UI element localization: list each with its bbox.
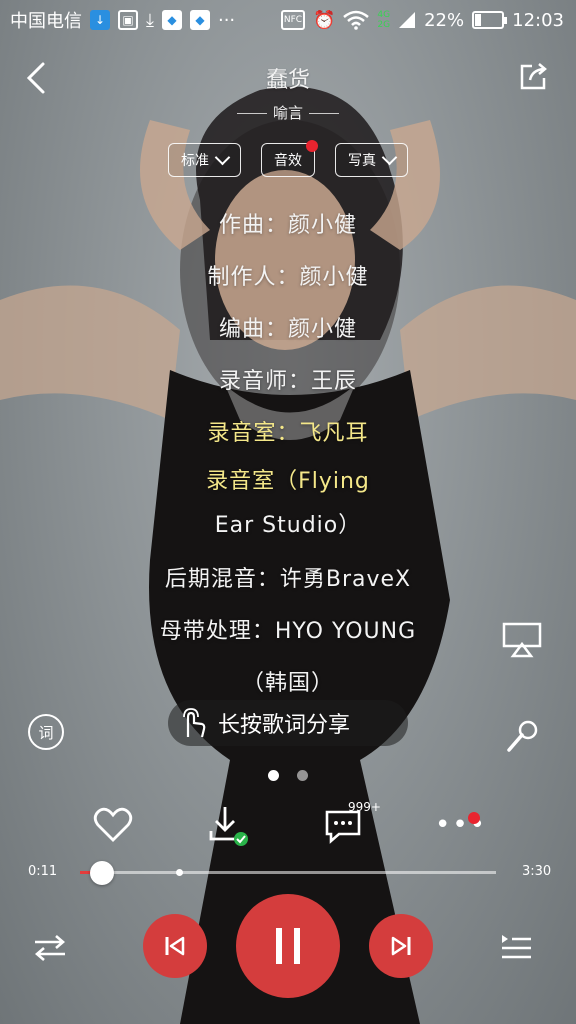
downloaded-icon — [209, 807, 248, 846]
share-hint-text: 长按歌词分享 — [218, 713, 351, 738]
artist-name[interactable]: 喻言 — [0, 102, 576, 123]
chevron-down-icon — [214, 149, 231, 166]
previous-button[interactable] — [143, 914, 207, 978]
wifi-icon — [343, 10, 370, 30]
download-arrow-icon: ⤓ — [146, 9, 154, 31]
share-icon — [520, 63, 547, 90]
lyric-line: 录音师：王辰 — [218, 369, 357, 394]
share-button[interactable] — [514, 56, 554, 96]
playlist-icon — [502, 935, 531, 959]
battery-percent: 22% — [424, 9, 465, 31]
skip-previous-icon — [165, 936, 185, 956]
cast-icon[interactable] — [502, 622, 542, 658]
action-row: 999+ ••• — [0, 800, 576, 850]
chevron-down-icon — [381, 149, 398, 166]
lyric-line: 制作人：颜小健 — [207, 265, 369, 290]
player-screen: 中国电信 ↓ ▣ ⤓ ◆ ◆ ··· NFC ⏰ 4G 2G 22% 12:03… — [0, 0, 576, 1024]
carrier-label: 中国电信 — [10, 11, 82, 32]
lyric-line: 后期混音：许勇BraveX — [164, 567, 412, 592]
alarm-icon: ⏰ — [312, 9, 336, 31]
shuffle-button[interactable] — [30, 930, 70, 966]
lyrics-panel[interactable]: 作曲：颜小健 制作人：颜小健 编曲：颜小健 录音师：王辰 录音室：飞凡耳 录音室… — [0, 200, 576, 710]
notification-dot — [468, 812, 480, 824]
lyric-share-hint: 长按歌词分享 — [168, 700, 408, 746]
skip-next-icon — [391, 936, 411, 956]
lyric-line: 母带处理：HYO YOUNG — [159, 619, 417, 644]
comment-button[interactable]: 999+ — [318, 800, 381, 850]
lyric-icon: 词 — [38, 723, 54, 742]
pause-icon — [276, 928, 300, 964]
like-button[interactable] — [88, 800, 138, 850]
battery-icon — [472, 11, 508, 29]
sound-effect-chip-label: 音效 — [274, 153, 302, 169]
lyric-line-current: 录音室（Flying — [206, 469, 370, 494]
progress-bar: 0:11 3:30 — [0, 861, 576, 885]
hand-tap-icon — [183, 708, 206, 738]
photo-chip[interactable]: 写真 — [335, 143, 408, 177]
lyric-toggle-button[interactable]: 词 — [28, 714, 64, 750]
buffer-marker — [175, 869, 183, 876]
seek-thumb[interactable] — [89, 861, 114, 885]
page-indicator — [0, 770, 576, 781]
lyric-line: 作曲：颜小健 — [218, 213, 357, 238]
sound-effect-chip[interactable]: 音效 — [261, 140, 318, 177]
song-title: 蠢货 — [265, 68, 310, 93]
repeat-order-icon — [35, 935, 65, 961]
heart-icon — [93, 807, 133, 842]
clock: 12:03 — [512, 9, 564, 31]
microphone-icon[interactable] — [504, 718, 540, 754]
lyric-line: 编曲：颜小健 — [218, 317, 357, 342]
status-bar: 中国电信 ↓ ▣ ⤓ ◆ ◆ ··· NFC ⏰ 4G 2G 22% 12:03 — [0, 0, 576, 40]
download-button[interactable] — [202, 800, 252, 850]
image-icon: ▣ — [118, 10, 138, 30]
signal-icon — [399, 12, 416, 28]
pause-button[interactable] — [236, 894, 340, 998]
lyric-line-current: 录音室：飞凡耳 — [207, 421, 369, 446]
page-dot-active — [268, 770, 279, 781]
player-header: 蠢货 喻言 — [0, 50, 576, 140]
notification-dot — [306, 140, 318, 152]
more-button[interactable]: ••• — [435, 800, 486, 850]
page-dot — [297, 770, 308, 781]
playback-controls — [0, 890, 576, 1000]
next-button[interactable] — [369, 914, 433, 978]
network-type: 4G 2G — [377, 10, 391, 30]
baidu-paw-icon: ◆ — [189, 10, 210, 30]
baidu-paw-icon: ◆ — [161, 10, 182, 30]
quality-chip-label: 标准 — [181, 153, 209, 169]
divider — [236, 113, 267, 114]
nfc-icon: NFC — [280, 10, 305, 30]
playlist-button[interactable] — [496, 928, 536, 966]
mode-chips: 标准 音效 写真 — [0, 140, 576, 177]
photo-chip-label: 写真 — [348, 153, 376, 169]
total-time: 3:30 — [522, 864, 552, 879]
elapsed-time: 0:11 — [28, 864, 58, 879]
download-icon: ↓ — [90, 10, 110, 30]
comment-count-badge: 999+ — [348, 800, 381, 814]
seek-track[interactable] — [80, 861, 496, 885]
divider — [309, 113, 339, 114]
lyric-line: Ear Studio） — [214, 513, 362, 538]
quality-chip[interactable]: 标准 — [168, 143, 241, 177]
more-dots-icon: ··· — [217, 9, 236, 31]
